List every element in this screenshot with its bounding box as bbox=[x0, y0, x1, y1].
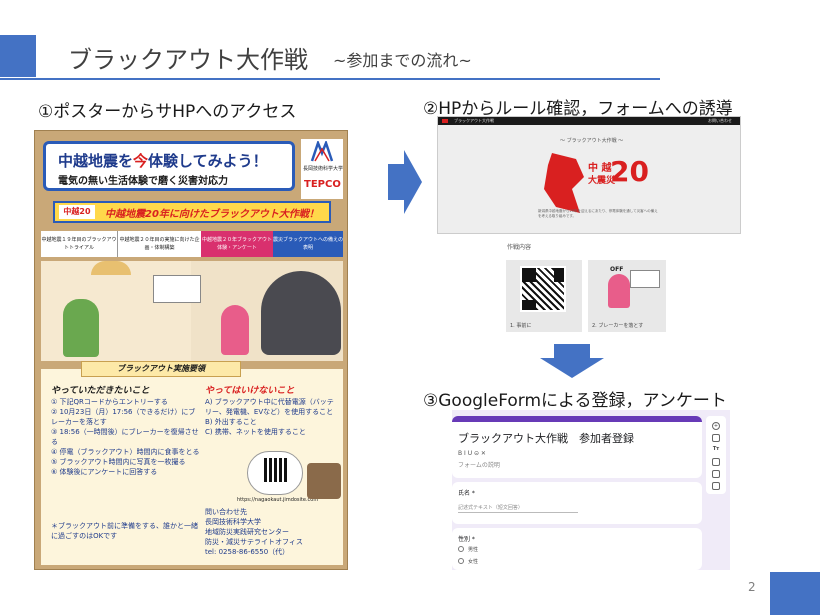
hero-body-text: 新潟県中越地震から20年を迎えるにあたり、停電体験を通して災害への備えを考える取… bbox=[538, 209, 658, 218]
contact-line: 長岡技術科学大学 bbox=[205, 518, 261, 526]
page-number: 2 bbox=[748, 580, 756, 594]
add-title-icon[interactable]: Tт bbox=[712, 446, 720, 454]
list-item: C) 携帯、ネットを使用すること bbox=[205, 428, 306, 436]
logo-tepco: TEPCO bbox=[304, 179, 341, 190]
website-card-breaker[interactable]: OFF 2. ブレーカーを落とす bbox=[588, 260, 666, 332]
off-badge: OFF bbox=[610, 266, 624, 273]
qr-code-icon bbox=[520, 266, 566, 312]
breaker-panel-icon bbox=[630, 270, 660, 288]
slide-subtitle: ~参加までの流れ~ bbox=[333, 51, 472, 70]
step3-label: ③GoogleFormによる登録，アンケート bbox=[423, 391, 727, 411]
poster-image: 中越地震を今体験してみよう！ 電気の無い生活体験で磨く災害対応力 長岡技術科学大… bbox=[34, 130, 348, 570]
poster-badge: 中越20 bbox=[59, 205, 95, 219]
contact-line: 地域防災実践研究センター bbox=[205, 528, 289, 536]
add-image-icon[interactable] bbox=[712, 458, 720, 466]
form-title-field[interactable]: ブラックアウト大作戦 参加者登録 bbox=[458, 430, 634, 446]
question-label: 性別 * bbox=[458, 536, 475, 543]
poster-illustration bbox=[41, 261, 343, 361]
step1-label: ①ポスターからサHPへのアクセス bbox=[38, 102, 297, 122]
contact-line: 問い合わせ先 bbox=[205, 508, 247, 516]
site-contact-link[interactable]: お問い合わせ bbox=[708, 118, 732, 124]
people-illustration bbox=[307, 463, 341, 499]
website-topbar: ブラックアウト大作戦 お問い合わせ bbox=[438, 117, 740, 125]
corner-accent-bar bbox=[770, 572, 820, 615]
list-item: B) 外出すること bbox=[205, 418, 257, 426]
form-side-toolbar: + Tт bbox=[706, 416, 726, 494]
title-divider bbox=[0, 78, 660, 80]
poster-flow-step: 中越地震１９年目のブラックアウトトライアル bbox=[41, 231, 117, 257]
answer-underline bbox=[458, 512, 578, 513]
list-item: ③ 18:56（一時間後）にブレーカーを復帰させる bbox=[51, 428, 199, 446]
contact-line: 防災・減災サテライトオフィス bbox=[205, 538, 303, 546]
question-card-gender: 性別 * 男性 女性 bbox=[452, 528, 702, 570]
poster-event-title: 中越地震20年に向けたブラックアウト大作戦！ bbox=[105, 209, 319, 220]
guidelines-tag: ブラックアウト実施要領 bbox=[81, 361, 241, 377]
website-section-label: 作戦内容 bbox=[507, 244, 532, 251]
add-video-icon[interactable] bbox=[712, 470, 720, 478]
list-item: ⑥ 体験後にアンケートに回答する bbox=[51, 468, 158, 476]
import-icon[interactable] bbox=[712, 434, 720, 442]
list-item: ④ 停電（ブラックアウト）時間内に食事をとる bbox=[51, 448, 200, 456]
poster-logo-block: 長岡技術科学大学 TEPCO bbox=[301, 139, 343, 199]
format-toolbar[interactable]: B I U ⊝ ✕ bbox=[458, 450, 486, 457]
arrow-right-icon bbox=[388, 150, 422, 214]
hero-label: ～ ブラックアウト大作戦 ～ bbox=[560, 138, 624, 144]
hero-logo-number: 20 bbox=[610, 155, 649, 188]
qr-code-icon bbox=[264, 458, 288, 482]
logo-university-name: 長岡技術科学大学 bbox=[303, 166, 344, 172]
poster-flow: 中越地震１９年目のブラックアウトトライアル 中越地震２０年目の実施に向けた企画・… bbox=[41, 231, 343, 257]
list-item: A) ブラックアウト中に代替電源（バッテリー、発電機、EVなど）を使用すること bbox=[205, 398, 334, 416]
add-question-icon[interactable]: + bbox=[712, 422, 720, 430]
list-item: ② 10月23日（月）17:56（できるだけ）にブレーカーを落とす bbox=[51, 408, 196, 426]
arrow-down-icon bbox=[540, 344, 604, 378]
poster-flow-step: 震災ブラックアウトへの備えの表明 bbox=[273, 231, 343, 257]
qr-url: https://nagaokaut.jimdosite.com bbox=[237, 497, 319, 503]
google-form-screenshot: ブラックアウト大作戦 参加者登録 B I U ⊝ ✕ フォームの説明 + Tт … bbox=[452, 410, 730, 570]
website-card-entry[interactable]: 1. 事前に bbox=[506, 260, 582, 332]
site-logo-icon bbox=[442, 119, 448, 123]
dont-heading: やってはいけないこと bbox=[205, 386, 295, 396]
contact-line: tel: 0258-86-6550（代） bbox=[205, 548, 290, 556]
site-title[interactable]: ブラックアウト大作戦 bbox=[454, 118, 494, 124]
poster-guidelines: ブラックアウト実施要領 やっていただきたいこと やってはいけないこと ① 下記Q… bbox=[41, 361, 343, 565]
radio-option-label: 女性 bbox=[468, 559, 479, 565]
website-screenshot: ブラックアウト大作戦 お問い合わせ ～ ブラックアウト大作戦 ～ 中 越 大震災… bbox=[437, 116, 741, 234]
poster-footnote: ＊ブラックアウト前に準備をする、誰かと一緒に過ごすのはOKです bbox=[51, 522, 198, 540]
radio-button[interactable] bbox=[458, 546, 464, 552]
poster-flow-step: 中越地震２０年ブラックアウト体験・アンケート bbox=[201, 231, 273, 257]
dont-list: A) ブラックアウト中に代替電源（バッテリー、発電機、EVなど）を使用すること … bbox=[205, 397, 339, 437]
do-heading: やっていただきたいこと bbox=[51, 386, 150, 396]
list-item: ① 下記QRコードからエントリーする bbox=[51, 398, 168, 406]
card-caption: 1. 事前に bbox=[510, 323, 532, 329]
qr-code-frame bbox=[247, 451, 303, 495]
poster-tagline: 電気の無い生活体験で磨く災害対応力 bbox=[58, 176, 228, 187]
girl-illustration bbox=[608, 274, 630, 308]
form-description-field[interactable]: フォームの説明 bbox=[458, 460, 500, 469]
short-answer-field[interactable]: 記述式テキスト（短文回答） bbox=[458, 504, 523, 511]
do-list: ① 下記QRコードからエントリーする ② 10月23日（月）17:56（できるだ… bbox=[51, 397, 201, 477]
add-section-icon[interactable] bbox=[712, 482, 720, 490]
radio-option-label: 男性 bbox=[468, 547, 479, 553]
poster-headline: 中越地震を今体験してみよう！ bbox=[58, 152, 268, 170]
poster-event-banner: 中越20 中越地震20年に向けたブラックアウト大作戦！ bbox=[53, 201, 331, 223]
title-accent-bar bbox=[0, 35, 36, 77]
university-logo-icon bbox=[310, 141, 334, 162]
card-caption: 2. ブレーカーを落とす bbox=[592, 323, 644, 329]
list-item: ⑤ ブラックアウト時間内に写真を一枚撮る bbox=[51, 458, 186, 466]
poster-flow-step: 中越地震２０年目の実施に向けた企画・体制構築 bbox=[117, 231, 201, 257]
form-header-card: ブラックアウト大作戦 参加者登録 B I U ⊝ ✕ フォームの説明 bbox=[452, 416, 702, 478]
dark-room-illustration bbox=[261, 271, 341, 355]
girl-illustration bbox=[221, 305, 249, 355]
poster-headline-box: 中越地震を今体験してみよう！ 電気の無い生活体験で磨く災害対応力 bbox=[43, 141, 295, 191]
lamp-icon bbox=[91, 261, 131, 275]
breaker-panel-icon bbox=[153, 275, 201, 303]
hero-logo-top: 中 越 bbox=[588, 163, 612, 174]
poster-contact: 問い合わせ先 長岡技術科学大学 地域防災実践研究センター 防災・減災サテライトオ… bbox=[205, 507, 339, 557]
radio-button[interactable] bbox=[458, 558, 464, 564]
question-label: 氏名 * bbox=[458, 490, 475, 497]
niigata-map-icon bbox=[544, 153, 584, 213]
reading-person-illustration bbox=[63, 299, 99, 357]
question-card-name: 氏名 * 記述式テキスト（短文回答） bbox=[452, 482, 702, 524]
slide-title: ブラックアウト大作戦 bbox=[68, 46, 308, 74]
